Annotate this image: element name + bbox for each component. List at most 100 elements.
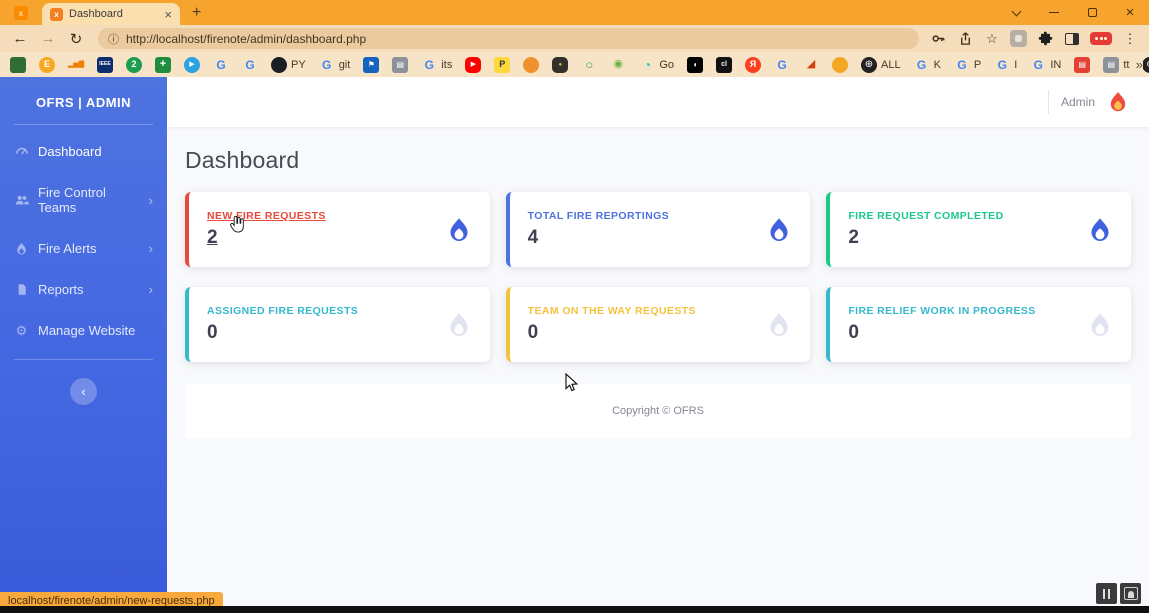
bookmark-google[interactable]: G bbox=[213, 57, 229, 73]
card-fire-request-completed[interactable]: FIRE REQUEST COMPLETED 2 bbox=[826, 192, 1131, 267]
browser-tab[interactable]: x Dashboard × bbox=[42, 3, 180, 25]
bookmark-google[interactable]: Gits bbox=[421, 57, 453, 73]
bookmark-yandex[interactable]: Я bbox=[745, 56, 761, 73]
bookmark-google[interactable]: GI bbox=[994, 57, 1018, 73]
bookmark-black-shape[interactable]: ◖ bbox=[687, 56, 703, 73]
reload-icon[interactable]: ↻ bbox=[64, 27, 88, 51]
sidebar-item-manage-website[interactable]: ⚙ Manage Website bbox=[0, 310, 167, 351]
bookmark-google[interactable]: Ggit bbox=[319, 57, 350, 73]
bookmark-green-ring[interactable]: ○ bbox=[581, 57, 597, 73]
bookmark-printer-tt[interactable]: ▤ tt bbox=[1103, 56, 1129, 73]
browser-toolbar: ← → ↻ ⓘ http://localhost/firenote/admin/… bbox=[0, 25, 1149, 52]
bookmark-cl[interactable]: cl bbox=[716, 56, 732, 73]
presenter-icon[interactable] bbox=[1120, 583, 1141, 604]
bookmark-dark-box[interactable]: ● bbox=[552, 56, 569, 73]
flame-avatar-icon[interactable] bbox=[1107, 90, 1129, 114]
pause-icon[interactable] bbox=[1096, 583, 1117, 604]
bookmark-google[interactable]: G IN bbox=[1030, 57, 1062, 73]
bookmark-star-icon[interactable]: ☆ bbox=[983, 30, 1001, 48]
bookmark-p-yellow[interactable]: P bbox=[494, 56, 511, 73]
bookmark-crab-orange[interactable] bbox=[523, 56, 540, 73]
bookmark-telegram[interactable]: ▶ bbox=[184, 56, 200, 73]
sidebar-collapse-button[interactable]: ‹ bbox=[70, 378, 97, 405]
youtube-favicon: ▶ bbox=[465, 56, 482, 73]
card-title[interactable]: ASSIGNED FIRE REQUESTS bbox=[207, 305, 358, 317]
matlab-favicon: ◢ bbox=[806, 58, 816, 70]
card-value: 4 bbox=[527, 227, 539, 248]
card-total-fire-reportings[interactable]: TOTAL FIRE REPORTINGS 4 bbox=[505, 192, 811, 267]
browser-menu-icon[interactable]: ⋮ bbox=[1121, 30, 1139, 48]
pinned-extension-icon[interactable] bbox=[1010, 30, 1027, 47]
sheets-favicon: + bbox=[155, 56, 171, 73]
card-fire-relief-work-in-progress[interactable]: FIRE RELIEF WORK IN PROGRESS 0 bbox=[826, 287, 1131, 362]
bookmark-matlab[interactable]: ◢ bbox=[803, 57, 819, 73]
gear-icon: ⚙ bbox=[15, 322, 28, 338]
back-icon[interactable]: ← bbox=[8, 27, 32, 51]
extensions-puzzle-icon[interactable] bbox=[1036, 30, 1054, 48]
new-tab-button[interactable]: + bbox=[192, 5, 201, 21]
card-title[interactable]: FIRE RELIEF WORK IN PROGRESS bbox=[848, 305, 1035, 317]
bookmark-orange-hand[interactable] bbox=[832, 56, 848, 73]
forward-icon[interactable]: → bbox=[36, 27, 60, 51]
bookmark-blue-flag[interactable]: ⚑ bbox=[363, 56, 380, 73]
sidebar-item-fire-alerts[interactable]: Fire Alerts › bbox=[0, 228, 167, 269]
google-favicon: G bbox=[1033, 57, 1043, 72]
bookmark-e-orange[interactable]: E bbox=[39, 56, 55, 73]
content: Dashboard NEW FIRE REQUESTS 2 TOTAL FIRE… bbox=[167, 127, 1149, 438]
bookmark-globe-all[interactable]: ⊕ ALL bbox=[861, 56, 901, 73]
side-panel-icon[interactable] bbox=[1063, 30, 1081, 48]
browser-titlebar: x x Dashboard × + × bbox=[0, 0, 1149, 25]
card-value-link[interactable]: 2 bbox=[207, 227, 326, 249]
bookmark-youtube[interactable]: ▶ bbox=[465, 56, 482, 73]
brand-title[interactable]: OFRS | ADMIN bbox=[0, 77, 167, 124]
bookmark-two-green[interactable]: 2 bbox=[126, 56, 142, 73]
card-title-link[interactable]: NEW FIRE REQUESTS bbox=[207, 210, 326, 222]
tachometer-icon bbox=[14, 144, 29, 159]
bookmarks-bar: E ▂▅▇ IEEE 2 + ▶ G G PY Ggit ⚑ ▤ Gits ▶ P ● ○ ◉ ◔ Go ◖ cl Я G ◢ ⊕… bbox=[0, 52, 1149, 77]
godaddy-favicon: ◔ bbox=[643, 57, 651, 72]
bookmark-github[interactable]: PY bbox=[271, 56, 306, 73]
bookmark-globe[interactable]: ⊕ bbox=[1142, 56, 1149, 73]
bookmark-nvidia-eye[interactable]: ◉ bbox=[610, 57, 626, 73]
address-bar[interactable]: ⓘ http://localhost/firenote/admin/dashbo… bbox=[98, 28, 919, 49]
card-assigned-fire-requests[interactable]: ASSIGNED FIRE REQUESTS 0 bbox=[185, 287, 490, 362]
site-info-icon[interactable]: ⓘ bbox=[108, 31, 119, 47]
bookmark-ieee[interactable]: IEEE bbox=[97, 56, 113, 73]
share-icon[interactable] bbox=[956, 30, 974, 48]
bookmark-plant[interactable] bbox=[10, 56, 26, 73]
card-title[interactable]: TOTAL FIRE REPORTINGS bbox=[528, 210, 669, 222]
recorder-overlay bbox=[1096, 583, 1141, 604]
bookmark-google[interactable]: GP bbox=[954, 57, 981, 73]
maximize-button[interactable] bbox=[1073, 0, 1111, 25]
google-favicon: G bbox=[957, 57, 967, 72]
card-title[interactable]: TEAM ON THE WAY REQUESTS bbox=[528, 305, 696, 317]
bookmark-google[interactable]: G bbox=[774, 57, 790, 73]
sidebar-item-reports[interactable]: Reports › bbox=[0, 269, 167, 310]
cl-favicon: cl bbox=[716, 56, 732, 73]
bookmark-google[interactable]: GK bbox=[914, 57, 941, 73]
bookmark-sheets[interactable]: + bbox=[155, 56, 171, 73]
password-key-icon[interactable] bbox=[929, 30, 947, 48]
address-url[interactable]: http://localhost/firenote/admin/dashboar… bbox=[126, 32, 366, 46]
bookmark-red-doc[interactable]: ▤ bbox=[1074, 56, 1091, 73]
minimize-button[interactable] bbox=[1035, 0, 1073, 25]
topbar-user-label[interactable]: Admin bbox=[1061, 95, 1095, 109]
bookmark-godaddy[interactable]: ◔ Go bbox=[639, 57, 674, 73]
close-button[interactable]: × bbox=[1111, 0, 1149, 25]
card-team-on-the-way-requests[interactable]: TEAM ON THE WAY REQUESTS 0 bbox=[505, 287, 811, 362]
bookmark-label: I bbox=[1014, 58, 1018, 71]
sidebar: OFRS | ADMIN Dashboard Fire Control Team… bbox=[0, 77, 167, 606]
card-title[interactable]: FIRE REQUEST COMPLETED bbox=[848, 210, 1003, 222]
card-new-fire-requests[interactable]: NEW FIRE REQUESTS 2 bbox=[185, 192, 490, 267]
bookmark-analytics[interactable]: ▂▅▇ bbox=[68, 57, 84, 73]
bookmark-printer[interactable]: ▤ bbox=[392, 56, 409, 73]
profile-chevron-icon[interactable] bbox=[997, 0, 1035, 25]
sidebar-item-fire-control-teams[interactable]: Fire Control Teams › bbox=[0, 172, 167, 228]
bookmark-google[interactable]: G bbox=[242, 57, 258, 73]
red-extension-badge-icon[interactable] bbox=[1090, 32, 1112, 45]
sidebar-item-dashboard[interactable]: Dashboard bbox=[0, 131, 167, 172]
bookmarks-overflow-icon[interactable]: » bbox=[1129, 52, 1143, 77]
tab-close-icon[interactable]: × bbox=[164, 8, 172, 21]
bookmark-label: its bbox=[441, 58, 453, 71]
page-footer: Copyright © OFRS bbox=[185, 384, 1131, 438]
